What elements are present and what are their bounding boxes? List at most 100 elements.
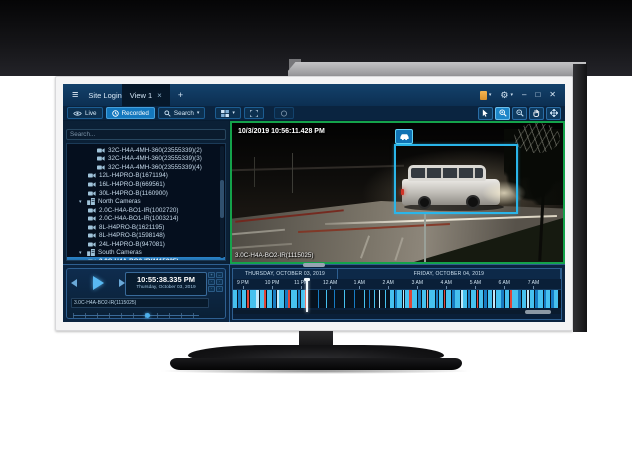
timeline-collapse-handle[interactable] bbox=[303, 263, 325, 267]
panel-menu-button[interactable]: ▾ bbox=[480, 91, 492, 100]
recorded-activity-segment bbox=[518, 290, 521, 308]
vehicle-classification-badge[interactable] bbox=[395, 129, 413, 144]
recorded-activity-segment bbox=[242, 290, 247, 308]
zoom-in-tool-button[interactable] bbox=[495, 107, 510, 120]
previous-frame-button[interactable] bbox=[71, 279, 77, 287]
camera-icon bbox=[88, 258, 96, 261]
bare-branches bbox=[514, 123, 560, 153]
video-scene: 10/3/2019 10:56:11.428 PM 3.0C-H4A-BO2-I… bbox=[232, 123, 563, 262]
fullscreen-button[interactable] bbox=[244, 107, 264, 119]
new-tab-button[interactable]: + bbox=[170, 84, 191, 106]
video-camera-name-overlay: 3.0C-H4A-BO2-IR(1115025) bbox=[235, 252, 314, 259]
monitor-product-shot: ≡ Site Login View 1 × + ▾ ⚙ ▾ – □ ✕ bbox=[0, 0, 632, 458]
recorded-activity-segment bbox=[446, 290, 451, 308]
playhead-handle[interactable] bbox=[304, 278, 310, 281]
recorded-activity-segment bbox=[439, 290, 443, 308]
pan-hand-tool-button[interactable] bbox=[529, 107, 544, 120]
camera-tree-item-label: 16L-H4PRO-B(669561) bbox=[99, 181, 165, 188]
mini-button[interactable]: + bbox=[208, 272, 215, 278]
timeline-scrollbar[interactable] bbox=[233, 310, 561, 314]
recorded-activity-segment bbox=[369, 290, 370, 308]
timeline-day-headers: THURSDAY, OCTOBER 03, 2019FRIDAY, OCTOBE… bbox=[233, 269, 561, 279]
camera-tree-item[interactable]: ▾ 32C-H4A-4MH-360(23555339)(3) bbox=[67, 155, 225, 164]
minimize-button[interactable]: – bbox=[522, 91, 526, 99]
site-folder-icon bbox=[87, 249, 95, 256]
vms-app-window: ≡ Site Login View 1 × + ▾ ⚙ ▾ – □ ✕ bbox=[63, 84, 565, 322]
timeline-day-header: THURSDAY, OCTOBER 03, 2019 bbox=[233, 269, 338, 279]
timeline-scrollbar-thumb[interactable] bbox=[525, 310, 551, 314]
recorded-activity-segment bbox=[291, 290, 297, 308]
play-button[interactable] bbox=[93, 276, 104, 290]
grid-icon bbox=[221, 110, 229, 117]
fullscreen-icon bbox=[250, 110, 258, 117]
slider-thumb[interactable] bbox=[145, 313, 150, 318]
camera-tree-item[interactable]: ▾ 2.0C-H4A-BO1-IR(1003214) bbox=[67, 214, 225, 223]
zoom-out-tool-button[interactable] bbox=[512, 107, 527, 120]
tab-view-1[interactable]: View 1 × bbox=[122, 84, 170, 106]
mini-button[interactable]: · bbox=[208, 279, 215, 285]
camera-tree-item[interactable]: ▾ 32C-H4A-4MH-360(23555339)(4) bbox=[67, 163, 225, 172]
site-login-label[interactable]: Site Login bbox=[88, 91, 121, 100]
camera-tree-item[interactable]: ▾ 32C-H4A-4MH-360(23555339)(2) bbox=[67, 146, 225, 155]
mini-button[interactable]: · bbox=[216, 279, 223, 285]
recorded-activity-segment bbox=[326, 290, 327, 308]
camera-tree-item[interactable]: ▾ 8L-H4PRO-B(1598148) bbox=[67, 231, 225, 240]
tree-scrollbar-thumb[interactable] bbox=[220, 180, 224, 218]
camera-tree-item-label: 8L-H4PRO-B(1598148) bbox=[99, 232, 165, 239]
gear-icon: ⚙ bbox=[500, 91, 508, 100]
camera-tree-item[interactable]: ▾ 3.0C-H4A-BO2-IR(1115025) bbox=[67, 257, 225, 261]
camera-tree-item[interactable]: ▾ North Cameras bbox=[67, 197, 225, 206]
slider-track bbox=[73, 315, 199, 316]
vehicle-detection-box[interactable] bbox=[394, 144, 518, 214]
recorded-activity-segment bbox=[530, 290, 535, 308]
camera-tree-item[interactable]: ▾ South Cameras bbox=[67, 249, 225, 258]
settings-menu-button[interactable]: ⚙ ▾ bbox=[500, 91, 513, 100]
recorded-activity-segment bbox=[334, 290, 335, 308]
camera-icon bbox=[88, 207, 96, 214]
layout-grid-button[interactable]: ▾ bbox=[215, 107, 241, 119]
search-icon bbox=[164, 110, 171, 117]
camera-icon bbox=[97, 155, 105, 162]
camera-tree-item[interactable]: ▾ 12L-H4PRO-B(1671194) bbox=[67, 172, 225, 181]
tree-scrollbar[interactable] bbox=[220, 146, 224, 258]
recorded-activity-segment bbox=[455, 290, 460, 308]
toolbar: Live Recorded Search ▾ ▾ bbox=[63, 106, 565, 121]
camera-tree-item[interactable]: ▾ 30L-H4PRO-B(1160900) bbox=[67, 189, 225, 198]
camera-tree-item-label: 2.0C-H4A-BO1-IR(1002720) bbox=[99, 207, 178, 214]
expander-caret-icon[interactable]: ▾ bbox=[79, 250, 84, 256]
site-folder-icon bbox=[87, 198, 95, 205]
live-button[interactable]: Live bbox=[67, 107, 103, 119]
light-pole bbox=[292, 153, 293, 193]
close-button[interactable]: ✕ bbox=[549, 91, 556, 99]
menu-icon[interactable]: ≡ bbox=[72, 90, 78, 101]
recorded-activity-segment bbox=[318, 290, 319, 308]
camera-tree-item-label: 3.0C-H4A-BO2-IR(1115025) bbox=[99, 258, 178, 261]
mini-button[interactable]: · bbox=[216, 286, 223, 292]
timeline-tick-mark bbox=[243, 286, 244, 289]
search-button[interactable]: Search ▾ bbox=[158, 107, 205, 119]
timeline-playhead[interactable] bbox=[306, 279, 308, 312]
monitor-side-edge bbox=[573, 64, 587, 332]
select-tool-button[interactable] bbox=[478, 107, 493, 120]
maximize-button[interactable]: □ bbox=[535, 91, 540, 99]
mini-button[interactable]: – bbox=[216, 272, 223, 278]
camera-tree-item[interactable]: ▾ 8L-H4PRO-B(1621195) bbox=[67, 223, 225, 232]
timeline-activity-track[interactable] bbox=[233, 290, 561, 308]
recorded-activity-segment bbox=[468, 290, 471, 308]
sign-pole bbox=[424, 213, 426, 262]
title-bar: ≡ Site Login View 1 × + ▾ ⚙ ▾ – □ ✕ bbox=[63, 84, 565, 106]
camera-tree-item[interactable]: ▾ 2.0C-H4A-BO1-IR(1002720) bbox=[67, 206, 225, 215]
search-input[interactable] bbox=[66, 129, 226, 140]
camera-tree-item[interactable]: ▾ 24L-H4PRO-B(947081) bbox=[67, 240, 225, 249]
camera-tree-item[interactable]: ▾ 16L-H4PRO-B(669561) bbox=[67, 180, 225, 189]
expander-caret-icon[interactable]: ▾ bbox=[79, 199, 84, 205]
move-tool-button[interactable] bbox=[546, 107, 561, 120]
video-tile[interactable]: 10/3/2019 10:56:11.428 PM 3.0C-H4A-BO2-I… bbox=[230, 121, 565, 264]
cycle-layout-button[interactable] bbox=[274, 107, 294, 119]
playback-speed-slider[interactable] bbox=[73, 312, 199, 318]
mini-button[interactable]: · bbox=[208, 286, 215, 292]
caret-down-icon: ▾ bbox=[232, 110, 235, 116]
tab-close-icon[interactable]: × bbox=[157, 91, 162, 100]
recorded-button[interactable]: Recorded bbox=[106, 107, 155, 119]
recorded-activity-segment bbox=[412, 290, 417, 308]
